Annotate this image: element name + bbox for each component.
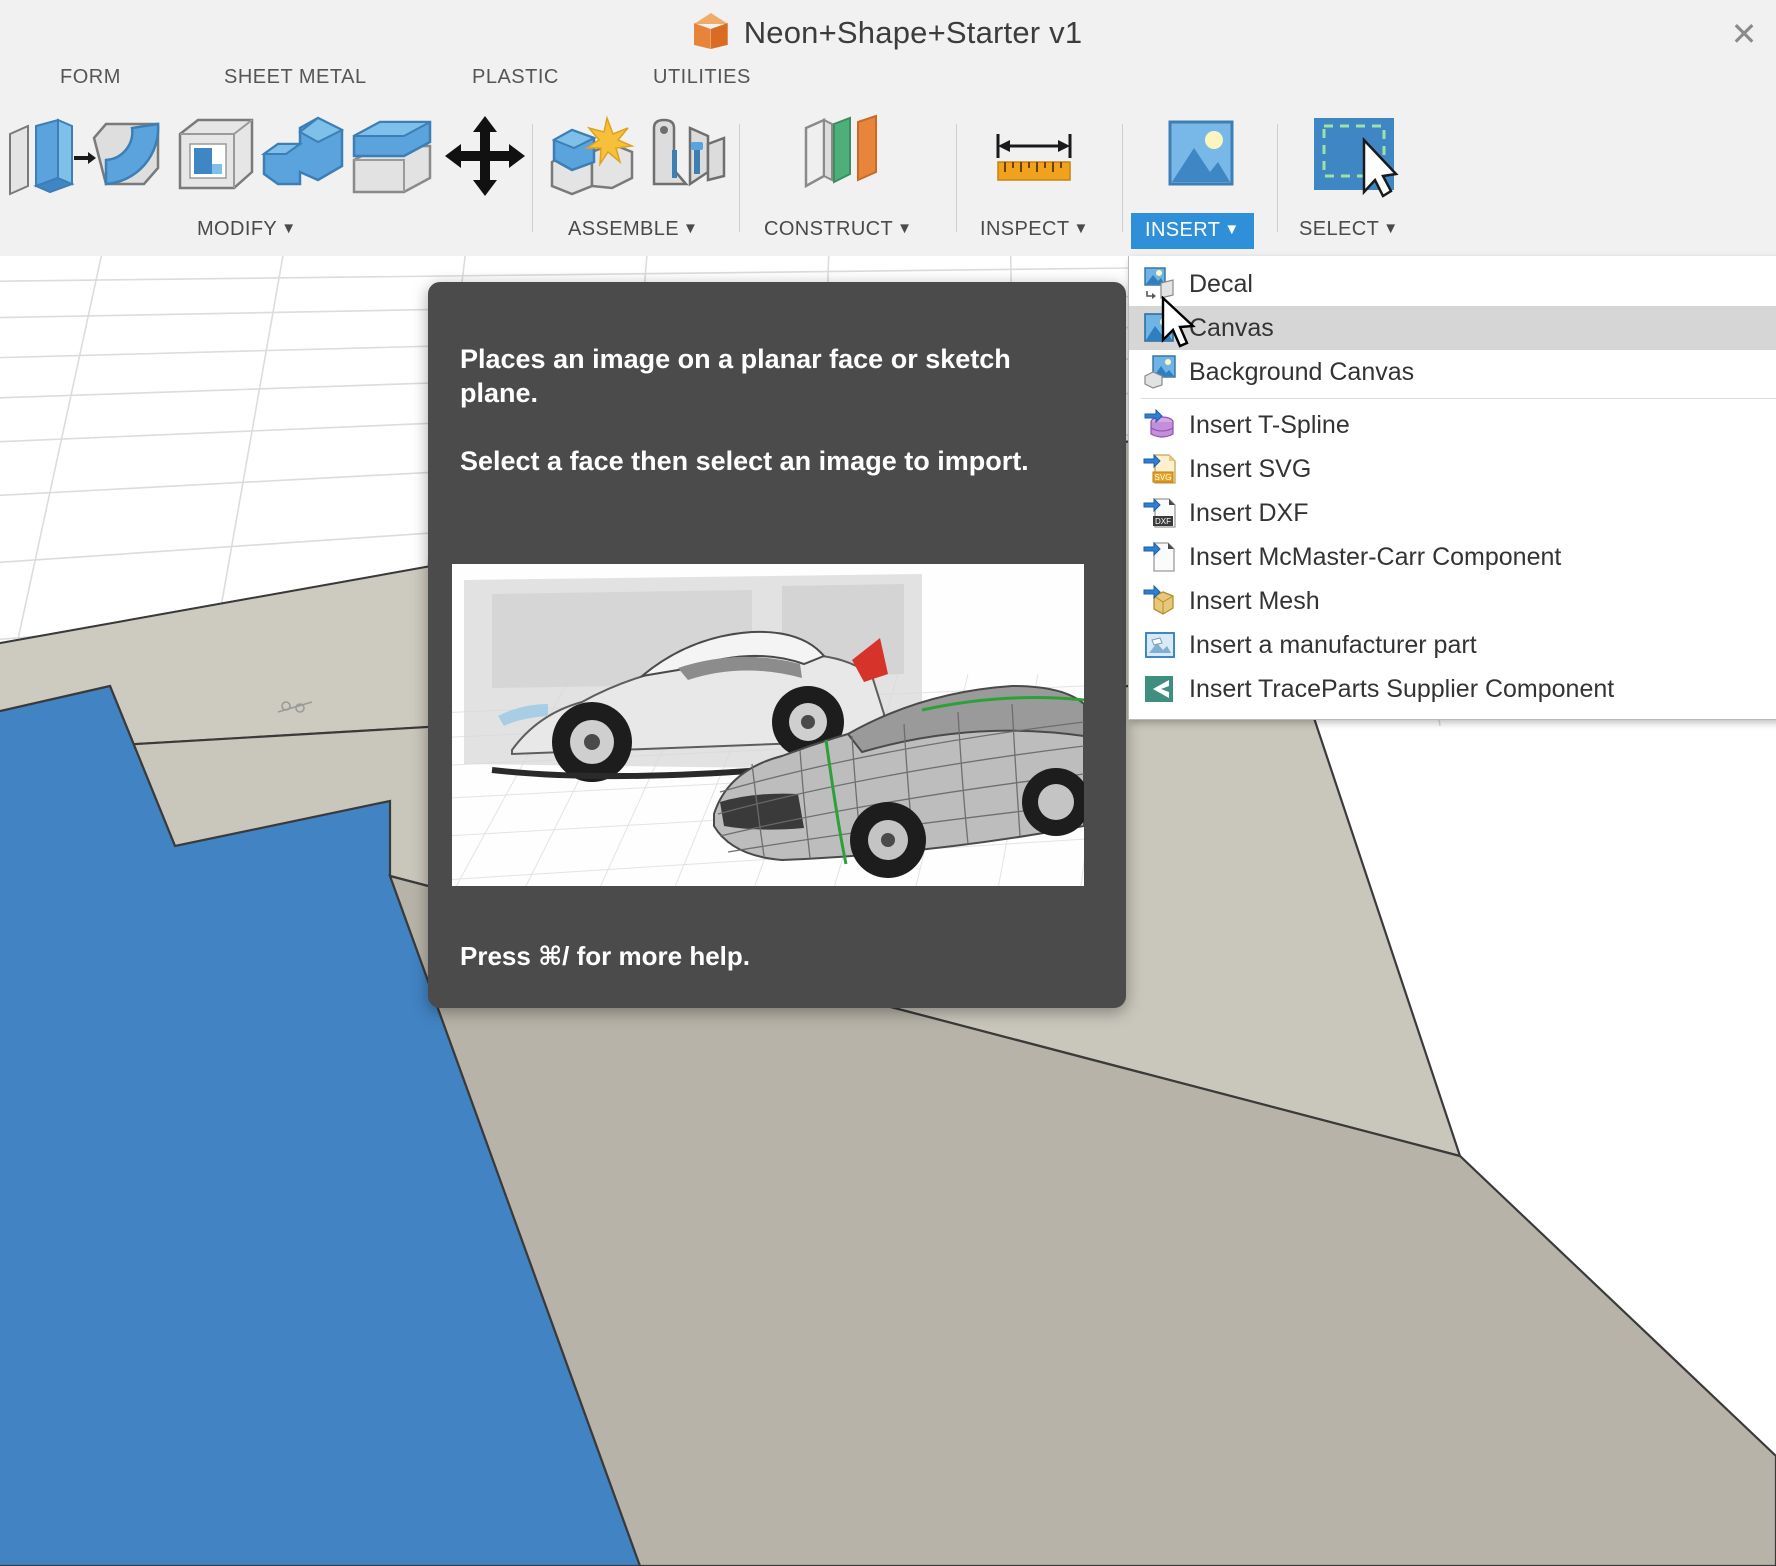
chevron-down-icon: ▼ [897, 220, 912, 237]
new-component-tool[interactable] [544, 114, 640, 200]
insert-group-text: INSERT [1145, 219, 1220, 241]
measure-tool[interactable] [986, 114, 1082, 200]
assemble-group-label[interactable]: ASSEMBLE▼ [568, 218, 698, 241]
menu-item-label: Insert TraceParts Supplier Component [1189, 675, 1614, 704]
menu-item-label: Canvas [1189, 314, 1274, 343]
menu-item-background-canvas[interactable]: Background Canvas [1129, 350, 1776, 394]
modify-group-label[interactable]: MODIFY▼ [197, 218, 296, 241]
window-title-group: Neon+Shape+Starter v1 [0, 0, 1776, 66]
ribbon-separator [956, 124, 957, 232]
tooltip-subtitle: Select a face then select an image to im… [460, 444, 1100, 478]
menu-item-canvas[interactable]: Canvas [1129, 306, 1776, 350]
tooltip-title: Places an image on a planar face or sket… [460, 342, 1060, 410]
mcmaster-file-icon [1143, 540, 1177, 574]
tab-form[interactable]: FORM [60, 66, 121, 89]
revolve-tool[interactable] [80, 114, 176, 200]
dxf-file-icon: DXF [1143, 496, 1177, 530]
svg-text:DXF: DXF [1155, 517, 1171, 526]
menu-item-label: Insert DXF [1189, 499, 1308, 528]
inspect-group-label[interactable]: INSPECT▼ [980, 218, 1089, 241]
tooltip-help-text: Press ⌘/ for more help. [460, 941, 750, 972]
menu-item-insert-dxf[interactable]: DXF Insert DXF [1129, 491, 1776, 535]
svg-text:SVG: SVG [1155, 473, 1172, 482]
chevron-down-icon: ▼ [281, 220, 296, 237]
offset-plane-tool[interactable] [792, 114, 888, 200]
fusion-cube-icon [694, 13, 728, 53]
inspect-group-text: INSPECT [980, 218, 1069, 240]
menu-item-insert-traceparts-supplier-component[interactable]: Insert TraceParts Supplier Component [1129, 667, 1776, 711]
ribbon-tab-strip: FORM SHEET METAL PLASTIC UTILITIES [0, 66, 1776, 106]
menu-item-insert-mcmaster-carr-component[interactable]: Insert McMaster-Carr Component [1129, 535, 1776, 579]
t-spline-icon [1143, 408, 1177, 442]
ribbon-toolbar: MODIFY▼ ASSEMBLE▼ CONSTRUCT▼ INSPECT▼ IN… [0, 106, 1776, 257]
menu-item-label: Insert SVG [1189, 455, 1311, 484]
menu-item-label: Insert a manufacturer part [1189, 631, 1477, 660]
select-group-text: SELECT [1299, 218, 1379, 240]
construct-group-label[interactable]: CONSTRUCT▼ [764, 218, 912, 241]
ribbon-separator [1277, 124, 1278, 232]
menu-item-decal[interactable]: Decal [1129, 262, 1776, 306]
modify-group-text: MODIFY [197, 218, 277, 240]
tooltip-preview-image [452, 564, 1084, 886]
menu-item-insert-mesh[interactable]: Insert Mesh [1129, 579, 1776, 623]
chevron-down-icon: ▼ [1224, 221, 1239, 238]
page-title: Neon+Shape+Starter v1 [744, 15, 1083, 51]
menu-item-label: Insert Mesh [1189, 587, 1320, 616]
chevron-down-icon: ▼ [1073, 220, 1088, 237]
background-canvas-icon [1143, 355, 1177, 389]
tab-plastic[interactable]: PLASTIC [472, 66, 559, 89]
insert-group-label[interactable]: INSERT▼ [1131, 213, 1254, 249]
menu-divider [1141, 398, 1776, 399]
decal-icon [1143, 267, 1177, 301]
ribbon-separator [1122, 124, 1123, 232]
select-tool[interactable] [1306, 114, 1402, 200]
command-tooltip: Places an image on a planar face or sket… [428, 282, 1126, 1008]
manufacturer-part-icon [1143, 628, 1177, 662]
canvas-icon [1143, 311, 1177, 345]
ribbon-separator [739, 124, 740, 232]
combine-tool[interactable] [256, 114, 352, 200]
menu-item-insert-t-spline[interactable]: Insert T-Spline [1129, 403, 1776, 447]
construct-group-text: CONSTRUCT [764, 218, 893, 240]
tab-utilities[interactable]: UTILITIES [653, 66, 751, 89]
menu-item-label: Decal [1189, 270, 1253, 299]
menu-item-label: Insert McMaster-Carr Component [1189, 543, 1561, 572]
menu-item-insert-svg[interactable]: SVG Insert SVG [1129, 447, 1776, 491]
tab-sheet-metal[interactable]: SHEET METAL [224, 66, 367, 89]
window-titlebar: Neon+Shape+Starter v1 ✕ [0, 0, 1776, 67]
chevron-down-icon: ▼ [683, 220, 698, 237]
select-group-label[interactable]: SELECT▼ [1299, 218, 1398, 241]
svg-file-icon: SVG [1143, 452, 1177, 486]
offset-face-tool[interactable] [344, 114, 440, 200]
close-icon[interactable]: ✕ [1722, 12, 1766, 56]
menu-item-label: Insert T-Spline [1189, 411, 1350, 440]
chevron-down-icon: ▼ [1383, 220, 1398, 237]
move-copy-tool[interactable] [438, 114, 534, 200]
traceparts-icon [1143, 672, 1177, 706]
assemble-group-text: ASSEMBLE [568, 218, 679, 240]
menu-item-label: Background Canvas [1189, 358, 1414, 387]
joint-tool[interactable] [638, 114, 734, 200]
insert-canvas-tool[interactable] [1152, 114, 1248, 200]
insert-dropdown-menu[interactable]: Decal Canvas Background Canvas [1128, 256, 1776, 720]
mesh-icon [1143, 584, 1177, 618]
shell-tool[interactable] [168, 114, 264, 200]
menu-item-insert-a-manufacturer-part[interactable]: Insert a manufacturer part [1129, 623, 1776, 667]
